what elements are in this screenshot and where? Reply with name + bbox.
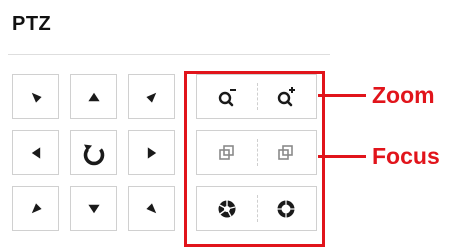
pan-up-left-button[interactable]: [12, 74, 59, 119]
arrow-down-right-icon: [145, 202, 156, 213]
focus-label: Focus: [372, 143, 440, 169]
tilt-down-button[interactable]: [70, 186, 117, 231]
pan-down-left-button[interactable]: [12, 186, 59, 231]
arrow-down-icon: [87, 204, 100, 213]
pan-right-button[interactable]: [128, 130, 175, 175]
arrow-left-icon: [31, 146, 40, 159]
divider: [8, 54, 330, 55]
focus-pointer-line: [318, 155, 366, 158]
zoom-pointer-line: [318, 94, 366, 97]
pan-left-button[interactable]: [12, 130, 59, 175]
rotate-icon: [83, 144, 104, 165]
arrow-up-right-icon: [145, 92, 156, 103]
tilt-up-button[interactable]: [70, 74, 117, 119]
pan-up-right-button[interactable]: [128, 74, 175, 119]
arrow-right-icon: [147, 146, 156, 159]
arrow-down-left-icon: [31, 202, 42, 213]
arrow-up-left-icon: [31, 92, 42, 103]
panel-title: PTZ: [12, 13, 52, 35]
zoom-label: Zoom: [372, 82, 435, 108]
arrow-up-icon: [87, 92, 100, 101]
pan-down-right-button[interactable]: [128, 186, 175, 231]
lens-controls-highlight: [184, 71, 325, 247]
auto-pan-button[interactable]: [70, 130, 117, 175]
